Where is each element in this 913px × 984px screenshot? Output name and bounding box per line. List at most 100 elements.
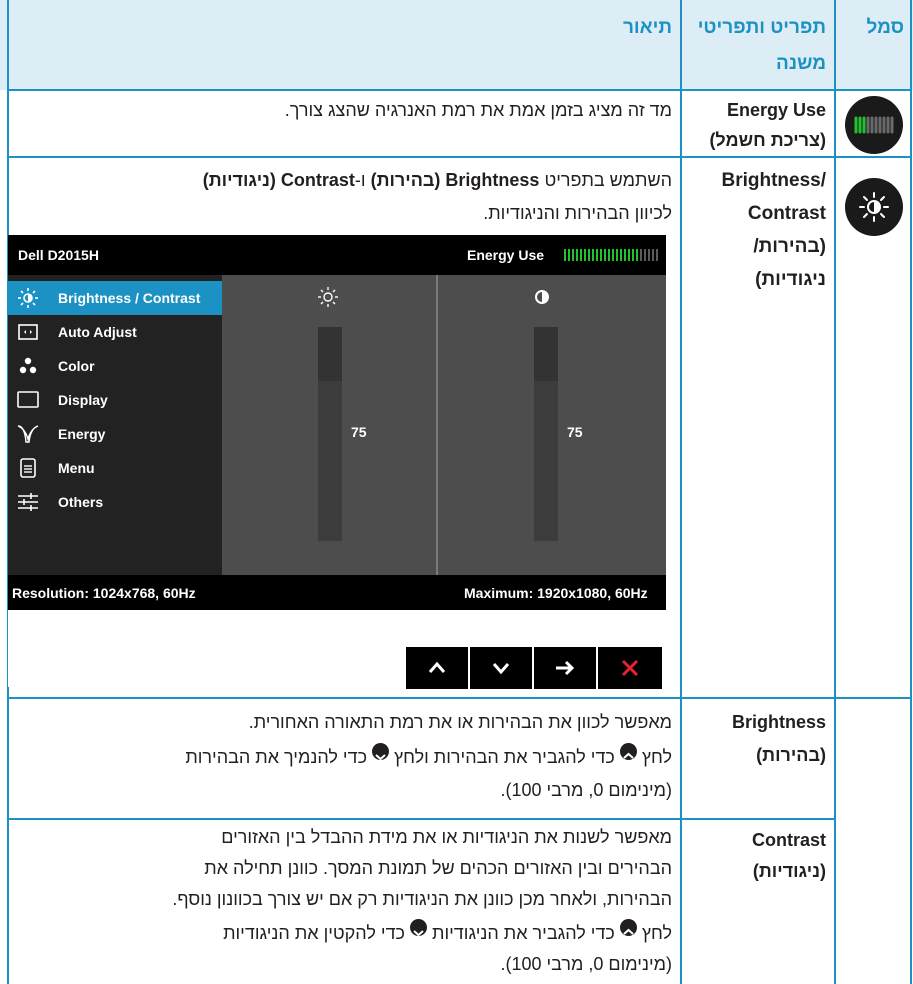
- osd-brightness-sun-icon: [316, 285, 340, 309]
- contrast-desc-5: (מינימום 0, מרבי 100).: [500, 954, 672, 974]
- osd-energy-meter-bar: [608, 249, 610, 261]
- osd-menu-item-auto-adjust[interactable]: Auto Adjust: [8, 315, 222, 349]
- feature-brightness-contrast-4: ניגודיות): [755, 269, 826, 290]
- osd-menu-item-brightness-contrast[interactable]: Brightness / Contrast: [8, 281, 222, 315]
- osd-energy-meter-bar: [648, 249, 650, 261]
- brightness-desc-1: מאפשר לכוון את הבהירות או את רמת התאורה …: [248, 712, 672, 732]
- osd-contrast-slider[interactable]: [534, 327, 558, 541]
- osd-screenshot: Dell D2015H Energy Use Brightness / Cont…: [8, 235, 666, 689]
- osd-resolution: Resolution: 1024x768, 60Hz: [12, 585, 196, 601]
- osd-energy-meter-bar: [640, 249, 642, 261]
- osd-energy-meter-bar: [580, 249, 582, 261]
- osd-energy-meter-bar: [568, 249, 570, 261]
- osd-divider: [436, 275, 438, 575]
- osd-maximum: Maximum: 1920x1080, 60Hz: [464, 585, 648, 601]
- osd-menu-label: Others: [58, 494, 104, 510]
- brightness-contrast-description-2: לכיוון הבהירות והניגודיות.: [483, 203, 672, 223]
- osd-energy-meter-bar: [636, 249, 638, 261]
- osd-menu-label: Energy: [58, 426, 106, 442]
- table-border-col-desc: [680, 0, 682, 984]
- osd-top-bar: Dell D2015H Energy Use: [8, 235, 666, 275]
- feature-energy-use-he: (צריכת חשמל): [709, 130, 826, 150]
- osd-menu-label: Auto Adjust: [58, 324, 137, 340]
- feature-contrast-he: (ניגודיות): [752, 861, 826, 881]
- up-button-icon: [619, 743, 637, 760]
- desc-text: כדי להקטין את הניגודיות: [223, 923, 410, 943]
- osd-energy-meter-bar: [624, 249, 626, 261]
- table-border-right: [910, 0, 912, 984]
- osd-energy-meter-bar: [656, 249, 658, 261]
- osd-menu-label: Color: [58, 358, 95, 374]
- header-feature: תפריט ותפריטי משנה: [697, 17, 826, 74]
- desc-text: השתמש בתפריט: [539, 170, 672, 190]
- osd-enter-button[interactable]: [534, 647, 596, 689]
- row-divider: [7, 697, 912, 699]
- osd-energy-meter-bar: [628, 249, 630, 261]
- feature-brightness-contrast-3: (בהירות/: [753, 236, 826, 257]
- osd-energy-meter-bar: [588, 249, 590, 261]
- osd-energy-meter: [564, 249, 658, 261]
- table-border-col-feature: [834, 0, 836, 984]
- desc-text: כדי להגביר את הניגודיות: [427, 923, 620, 943]
- down-button-icon: [372, 743, 390, 761]
- osd-energy-label: Energy Use: [467, 247, 545, 263]
- up-button-icon: [619, 919, 637, 936]
- desc-text: כדי להנמיך את הבהירות: [185, 747, 373, 767]
- auto-adjust-icon: [16, 320, 40, 344]
- osd-energy-meter-bar: [576, 249, 578, 261]
- feature-energy-use: Energy Use: [726, 100, 826, 120]
- osd-energy-meter-bar: [620, 249, 622, 261]
- osd-contrast-icon: [532, 287, 552, 307]
- sun-icon: [16, 286, 40, 310]
- menu-icon: [16, 456, 40, 480]
- osd-menu-label: Menu: [58, 460, 95, 476]
- osd-energy-meter-bar: [584, 249, 586, 261]
- osd-close-button[interactable]: [598, 647, 662, 689]
- feature-brightness-contrast-2: Contrast: [747, 203, 826, 224]
- osd-adjust-panel: [222, 275, 666, 575]
- desc-bold-contrast: Contrast (ניגודיות): [202, 170, 355, 190]
- osd-brightness-slider[interactable]: [318, 327, 342, 541]
- feature-contrast: Contrast: [751, 830, 826, 850]
- desc-text: ו-: [354, 170, 371, 190]
- row-divider: [7, 818, 835, 820]
- brightness-desc-3: (מינימום 0, מרבי 100).: [500, 780, 672, 800]
- osd-menu-item-display[interactable]: Display: [8, 383, 222, 417]
- osd-energy-meter-bar: [652, 249, 654, 261]
- feature-brightness: Brightness: [731, 712, 826, 732]
- energy-leaf-icon: [16, 422, 40, 446]
- osd-brightness-slider-fill: [318, 380, 342, 541]
- contrast-desc-4: לחץ כדי להגביר את הניגודיות כדי להקטין א…: [20, 917, 672, 950]
- osd-energy-meter-bar: [632, 249, 634, 261]
- color-dots-icon: [16, 354, 40, 378]
- desc-text: לחץ: [636, 747, 672, 767]
- down-button-icon: [410, 919, 427, 937]
- osd-up-button[interactable]: [406, 647, 468, 689]
- osd-menu-item-energy[interactable]: Energy: [8, 417, 222, 451]
- osd-model: Dell D2015H: [18, 247, 99, 263]
- osd-energy-meter-bar: [592, 249, 594, 261]
- contrast-desc-2: הבהירים ובין האזורים הכהים של תמונת המסך…: [204, 858, 672, 878]
- osd-menu-item-others[interactable]: Others: [8, 485, 222, 519]
- osd-contrast-slider-fill: [534, 380, 558, 541]
- osd-energy-meter-bar: [616, 249, 618, 261]
- osd-energy-meter-bar: [572, 249, 574, 261]
- brightness-contrast-icon: [845, 178, 903, 236]
- osd-menu-item-menu[interactable]: Menu: [8, 451, 222, 485]
- osd-energy-meter-bar: [612, 249, 614, 261]
- osd-contrast-value: 75: [567, 424, 583, 440]
- desc-text: לחץ: [636, 923, 672, 943]
- osd-menu: Brightness / Contrast Auto Adjust Color …: [8, 275, 222, 575]
- feature-brightness-he: (בהירות): [756, 745, 826, 765]
- feature-brightness-contrast-1: /Brightness: [721, 170, 826, 191]
- energy-description: מד זה מציג בזמן אמת את רמת האנרגיה שהצג …: [284, 100, 672, 120]
- osd-menu-item-color[interactable]: Color: [8, 349, 222, 383]
- osd-energy-meter-bar: [600, 249, 602, 261]
- osd-energy-meter-bar: [564, 249, 566, 261]
- osd-energy-meter-bar: [644, 249, 646, 261]
- contrast-desc-1: מאפשר לשנות את הניגודיות או את מידת ההבד…: [221, 827, 672, 847]
- brightness-desc-2: לחץ כדי להגביר את הבהירות ולחץ כדי להנמי…: [20, 741, 672, 774]
- osd-down-button[interactable]: [470, 647, 532, 689]
- osd-energy-meter-bar: [604, 249, 606, 261]
- energy-meter-icon: [845, 96, 903, 154]
